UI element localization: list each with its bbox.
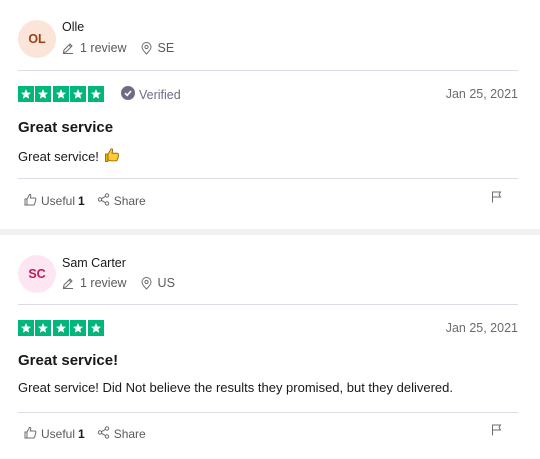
avatar[interactable]: SC [18, 255, 56, 293]
star-rating [18, 86, 105, 102]
avatar[interactable]: OL [18, 20, 56, 58]
star-icon [35, 86, 52, 102]
thumbs-up-icon [24, 426, 41, 442]
country-code: SE [157, 41, 175, 55]
review-title[interactable]: Great service [18, 119, 113, 136]
share-icon [97, 193, 114, 209]
reviewer-meta: 1 review SE [62, 41, 174, 55]
star-icon [70, 86, 87, 102]
review-body: Great service! Did Not believe the resul… [18, 380, 453, 395]
star-icon [52, 320, 69, 336]
useful-button[interactable]: Useful 1 [24, 193, 85, 209]
review-title[interactable]: Great service! [18, 352, 118, 369]
useful-label: Useful [41, 194, 76, 208]
divider [18, 304, 518, 305]
thumbs-up-emoji-icon [99, 147, 120, 166]
star-icon [52, 86, 69, 102]
pencil-icon [62, 277, 74, 289]
reviewer-name[interactable]: Olle [62, 20, 84, 34]
share-label: Share [113, 194, 146, 208]
divider [18, 412, 518, 413]
review-actions: Useful 1 Share [24, 426, 146, 442]
star-rating [18, 320, 105, 336]
share-button[interactable]: Share [97, 426, 146, 442]
review-actions: Useful 1 Share [24, 193, 146, 209]
star-icon [87, 320, 104, 336]
reviewer-meta: 1 review US [62, 276, 175, 290]
useful-button[interactable]: Useful 1 [24, 426, 85, 442]
star-icon [70, 320, 87, 336]
review-date: Jan 25, 2021 [445, 87, 518, 101]
pencil-icon [62, 42, 74, 54]
share-icon [97, 426, 114, 442]
useful-label: Useful [41, 427, 76, 441]
star-icon [18, 86, 34, 102]
star-icon [35, 320, 52, 336]
review-count: 1 review [80, 41, 127, 55]
review-date: Jan 25, 2021 [445, 321, 518, 335]
review-card: OL Olle 1 review SE Verified Jan 25, 202… [0, 0, 540, 229]
verified-badge[interactable]: Verified [121, 86, 181, 103]
divider [18, 178, 518, 179]
review-body: Great service! [18, 147, 120, 166]
flag-icon[interactable] [491, 423, 502, 441]
location-pin-icon [141, 41, 152, 55]
thumbs-up-icon [24, 193, 41, 209]
flag-icon[interactable] [491, 190, 502, 208]
location-pin-icon [141, 276, 152, 290]
star-icon [87, 86, 104, 102]
country-code: US [157, 276, 175, 290]
review-card: SC Sam Carter 1 review US Jan 25, 2021 G… [0, 235, 540, 459]
verified-check-icon [121, 86, 139, 103]
useful-count: 1 [78, 194, 85, 208]
useful-count: 1 [78, 427, 85, 441]
verified-label: Verified [139, 87, 181, 102]
reviewer-name[interactable]: Sam Carter [62, 256, 126, 270]
divider [18, 70, 518, 71]
review-body-text: Great service! Did Not believe the resul… [18, 380, 453, 395]
review-count: 1 review [80, 276, 127, 290]
star-icon [18, 320, 34, 336]
review-body-text: Great service! [18, 149, 99, 164]
share-label: Share [113, 427, 146, 441]
share-button[interactable]: Share [97, 193, 146, 209]
